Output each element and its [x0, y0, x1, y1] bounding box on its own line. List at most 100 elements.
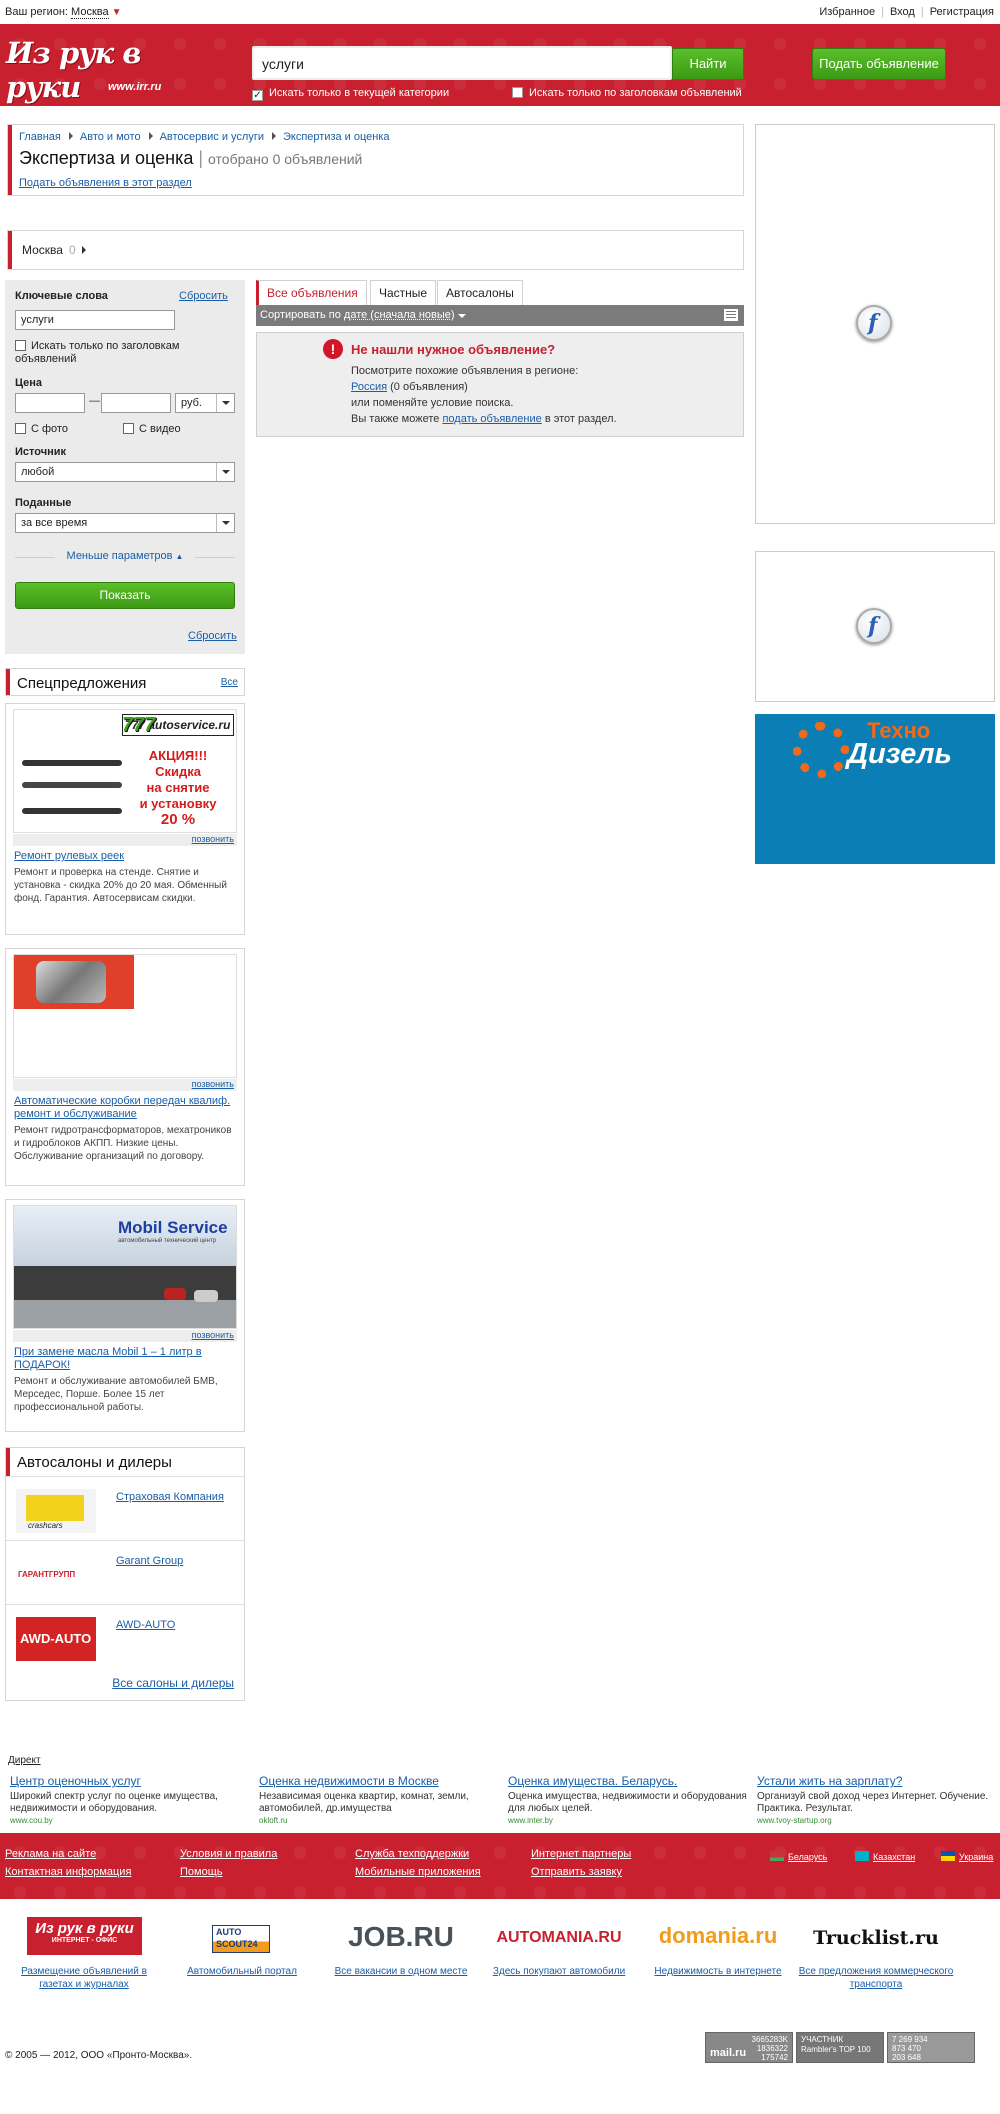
sort-selector[interactable]: Сортировать по дате (сначала новые) — [260, 309, 466, 321]
posted-label: Поданные — [15, 497, 72, 509]
posted-select[interactable]: за все время — [15, 513, 235, 533]
footer-link[interactable]: Реклама на сайте — [5, 1848, 96, 1860]
breadcrumb-item[interactable]: Главная — [19, 131, 61, 143]
call-link[interactable]: позвонить — [13, 834, 237, 846]
flash-banner[interactable]: f — [755, 551, 995, 702]
region-item[interactable]: Москва 0 — [22, 243, 86, 257]
offer-image[interactable]: Mobil Service автомобильный технический … — [13, 1205, 237, 1329]
direct-ad-title[interactable]: Устали жить на зарплату? — [757, 1774, 902, 1788]
partner[interactable]: Из рук в руки ИНТЕРНЕТ - ОФИС Размещение … — [4, 1917, 164, 1991]
titles-only-checkbox[interactable]: Искать только по заголовкам объявлений — [15, 340, 235, 366]
dealer-item: crashcars Страховая Компания — [6, 1476, 244, 1540]
flag-icon — [941, 1851, 955, 1861]
flash-banner[interactable]: f — [755, 124, 995, 524]
breadcrumb: Главная Авто и мото Автосервис и услуги Экс… — [19, 131, 390, 143]
offer-card: позвонить Автоматические коробки передач… — [5, 948, 245, 1186]
partner[interactable]: AUTOMANIA.RU Здесь покупают автомобили — [479, 1917, 639, 1978]
tab-private[interactable]: Частные — [370, 280, 437, 305]
price-to-input[interactable] — [101, 393, 171, 413]
rambler-counter[interactable]: УЧАСТНИК Rambler's TOP 100 — [796, 2032, 884, 2063]
dealer-logo[interactable]: ГАРАНТГРУПП — [16, 1553, 96, 1597]
checkbox-current-category[interactable]: ✓ Искать только в текущей категории — [252, 87, 449, 101]
copyright: © 2005 — 2012, ООО «Пронто-Москва». — [5, 2050, 193, 2061]
footer-link[interactable]: Интернет партнеры — [531, 1848, 631, 1860]
partner[interactable]: domania.ru Недвижимость в интернете — [638, 1917, 798, 1978]
call-link[interactable]: позвонить — [13, 1079, 237, 1091]
dealer-logo[interactable]: AWD-AUTO — [16, 1617, 96, 1661]
flag-icon — [770, 1851, 784, 1861]
offer-title-link[interactable]: Ремонт рулевых реек — [14, 850, 238, 863]
dealer-name-link[interactable]: Страховая Компания — [116, 1491, 224, 1503]
post-ad-link[interactable]: подать объявление — [442, 413, 541, 425]
footer-link[interactable]: Мобильные приложения — [355, 1866, 481, 1878]
footer-link[interactable]: Помощь — [180, 1866, 223, 1878]
favorites-link[interactable]: Избранное — [819, 6, 875, 18]
chevron-down-icon — [216, 394, 234, 412]
breadcrumb-item[interactable]: Автосервис и услуги — [160, 131, 264, 143]
dealers-block: Автосалоны и дилеры crashcars Страховая … — [5, 1447, 245, 1701]
checkmark-icon[interactable]: ✓ — [252, 90, 263, 101]
special-offers-all-link[interactable]: Все — [221, 677, 238, 688]
direct-ad-title[interactable]: Оценка недвижимости в Москве — [259, 1774, 439, 1788]
dealer-item: AWD-AUTO AWD-AUTO — [6, 1604, 244, 1668]
footer-link[interactable]: Условия и правила — [180, 1848, 277, 1860]
offer-card: Mobil Service автомобильный технический … — [5, 1199, 245, 1432]
offer-title-link[interactable]: При замене масла Mobil 1 – 1 литр в ПОДА… — [14, 1346, 238, 1372]
less-params-link[interactable]: Меньше параметров ▲ — [5, 550, 245, 562]
footer-link[interactable]: Контактная информация — [5, 1866, 131, 1878]
breadcrumb-item[interactable]: Экспертиза и оценка — [283, 131, 390, 143]
breadcrumb-item[interactable]: Авто и мото — [80, 131, 141, 143]
stat-counter[interactable]: 7 269 934 873 470 203 648 — [887, 2032, 975, 2063]
price-label: Цена — [15, 377, 43, 389]
post-in-section-link[interactable]: Подать объявления в этот раздел — [19, 177, 192, 189]
dealer-logo[interactable]: crashcars — [16, 1489, 96, 1533]
region-dropdown-icon[interactable]: ▼ — [112, 7, 122, 18]
post-ad-button[interactable]: Подать объявление — [812, 48, 946, 80]
dealer-name-link[interactable]: Garant Group — [116, 1555, 183, 1567]
offer-title-link[interactable]: Автоматические коробки передач квалиф. р… — [14, 1095, 238, 1121]
direct-ad-title[interactable]: Оценка имущества. Беларусь. — [508, 1774, 677, 1788]
special-offers-header: Спецпредложения Все — [5, 668, 245, 696]
partner[interactable]: JOB.RU Все вакансии в одном месте — [321, 1917, 481, 1978]
offer-image[interactable] — [13, 954, 237, 1078]
price-from-input[interactable] — [15, 393, 85, 413]
register-link[interactable]: Регистрация — [930, 6, 994, 18]
list-view-icon[interactable] — [724, 309, 738, 321]
tehnodizel-banner[interactable]: Техно Дизель — [755, 714, 995, 864]
region-selector: Ваш регион: Москва ▼ — [5, 6, 122, 19]
dealer-name-link[interactable]: AWD-AUTO — [116, 1619, 175, 1631]
logo[interactable]: Из рук в руки — [6, 36, 176, 104]
country-kazakhstan[interactable]: Казахстан — [855, 1851, 915, 1862]
tab-all[interactable]: Все объявления — [256, 280, 367, 305]
direct-label[interactable]: Директ — [8, 1755, 41, 1766]
checkbox-titles-only[interactable]: Искать только по заголовкам объявлений — [512, 87, 742, 99]
partner[interactable]: AUTO SCOUT24 Автомобильный портал — [162, 1917, 322, 1978]
offer-image[interactable]: 777 autoservice.ru 777 АКЦИЯ!!! Скидка на … — [13, 709, 237, 833]
partner[interactable]: Trucklist.ru Все предложения коммерческо… — [796, 1917, 956, 1991]
country-belarus[interactable]: Беларусь — [770, 1851, 827, 1862]
source-label: Источник — [15, 446, 67, 458]
reset-link[interactable]: Сбросить — [179, 290, 228, 302]
reset-bottom-link[interactable]: Сбросить — [188, 630, 237, 642]
tab-dealers[interactable]: Автосалоны — [437, 280, 523, 305]
footer-link[interactable]: Отправить заявку — [531, 1866, 622, 1878]
top-bar: Ваш регион: Москва ▼ Избранное | Вход | Реги… — [0, 0, 1000, 24]
currency-select[interactable]: руб. — [175, 393, 235, 413]
login-link[interactable]: Вход — [890, 6, 915, 18]
footer-link[interactable]: Служба техподдержки — [355, 1848, 469, 1860]
region-link[interactable]: Москва — [71, 6, 109, 19]
chevron-down-icon — [457, 314, 466, 318]
direct-ad-title[interactable]: Центр оценочных услуг — [10, 1774, 141, 1788]
mailru-counter[interactable]: 3665283K 1836322 175742 mail.ru — [705, 2032, 793, 2063]
keywords-input[interactable]: услуги — [15, 310, 175, 330]
call-link[interactable]: позвонить — [13, 1330, 237, 1342]
country-ukraine[interactable]: Украина — [941, 1851, 993, 1862]
show-button[interactable]: Показать — [15, 582, 235, 609]
with-video-checkbox[interactable]: С видео — [123, 423, 181, 435]
with-photo-checkbox[interactable]: С фото — [15, 423, 68, 435]
source-select[interactable]: любой — [15, 462, 235, 482]
search-input[interactable] — [262, 53, 662, 75]
search-button[interactable]: Найти — [672, 48, 744, 80]
russia-link[interactable]: Россия — [351, 381, 387, 393]
dealers-all-link[interactable]: Все салоны и дилеры — [112, 1676, 234, 1690]
